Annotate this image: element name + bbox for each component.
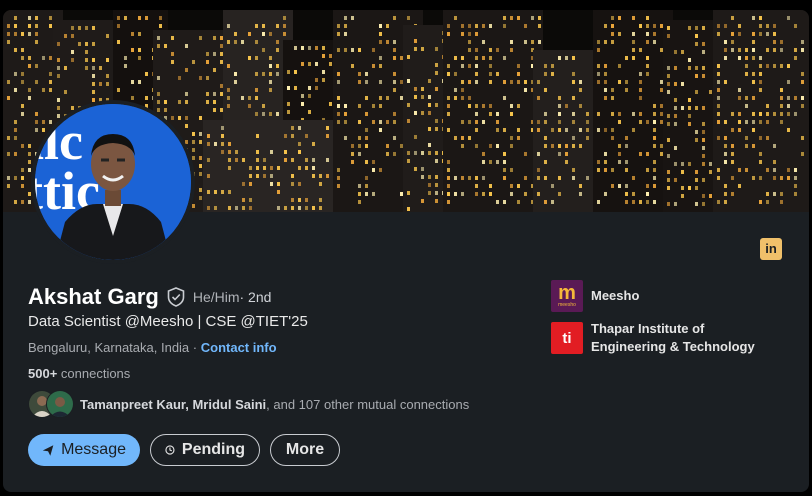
- profile-photo: ilc ttic: [35, 104, 191, 260]
- verified-shield-icon[interactable]: [167, 287, 185, 307]
- school-name-line1: Thapar Institute of: [591, 321, 705, 336]
- profile-card: ilc ttic in Akshat Garg He/Him · 2nd Dat…: [3, 10, 809, 492]
- meesho-logo: m meesho: [551, 280, 583, 312]
- location: Bengaluru, Karnataka, India: [28, 340, 190, 355]
- thapar-logo-letter: ti: [562, 329, 572, 347]
- linkedin-icon[interactable]: in: [760, 238, 782, 260]
- profile-avatar[interactable]: ilc ttic: [31, 100, 195, 264]
- company-name: Meesho: [591, 288, 640, 303]
- connection-degree: · 2nd: [239, 289, 272, 305]
- profile-headline: Data Scientist @Meesho | CSE @TIET'25: [28, 313, 308, 330]
- contact-info-link[interactable]: Contact info: [201, 340, 277, 355]
- pronouns: He/Him: [192, 289, 240, 305]
- mutual-avatar: [46, 390, 74, 418]
- profile-actions: Message Pending More: [28, 434, 340, 466]
- mutual-rest: , and 107 other mutual connections: [266, 396, 470, 412]
- location-separator: ·: [189, 340, 201, 355]
- school-name-line2: Engineering & Technology: [591, 339, 755, 354]
- pending-label: Pending: [181, 441, 245, 458]
- school-name: Thapar Institute of Engineering & Techno…: [591, 320, 755, 356]
- clock-icon: [165, 445, 175, 455]
- connections-number: 500+: [28, 366, 58, 381]
- location-row: Bengaluru, Karnataka, India · Contact in…: [28, 340, 277, 355]
- meesho-logo-sub: meesho: [558, 302, 576, 308]
- mutual-connections-text: Tamanpreet Kaur, Mridul Saini, and 107 o…: [80, 397, 469, 412]
- education-school[interactable]: ti Thapar Institute of Engineering & Tec…: [551, 320, 755, 356]
- meesho-logo-letter: m: [558, 282, 576, 304]
- more-label: More: [285, 441, 325, 458]
- pending-button[interactable]: Pending: [150, 434, 260, 466]
- mutual-avatars: [28, 390, 74, 418]
- connections-count[interactable]: 500+ connections: [28, 366, 130, 381]
- message-label: Message: [61, 441, 126, 458]
- profile-name: Akshat Garg: [28, 284, 159, 309]
- send-icon: [42, 444, 54, 456]
- message-button[interactable]: Message: [28, 434, 140, 466]
- mutual-names: Tamanpreet Kaur, Mridul Saini: [80, 396, 267, 412]
- more-button[interactable]: More: [270, 434, 340, 466]
- current-company[interactable]: m meesho Meesho: [551, 280, 639, 312]
- mutual-connections[interactable]: Tamanpreet Kaur, Mridul Saini, and 107 o…: [28, 390, 469, 418]
- name-row: Akshat Garg He/Him · 2nd: [28, 284, 271, 310]
- connections-label: connections: [57, 366, 131, 381]
- thapar-logo: ti: [551, 322, 583, 354]
